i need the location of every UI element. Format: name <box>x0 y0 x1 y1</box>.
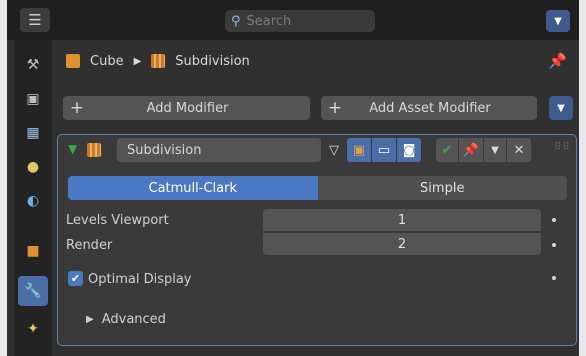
render-levels-label: Render <box>66 237 113 253</box>
plus-icon: + <box>327 98 343 118</box>
add-modifier-button[interactable]: + Add Modifier <box>63 96 310 120</box>
cube-icon <box>66 54 80 68</box>
delete-modifier-button[interactable]: ✕ <box>507 138 531 162</box>
tab-object[interactable]: ■ <box>18 236 48 266</box>
tab-catmull-clark[interactable]: Catmull-Clark <box>68 176 318 200</box>
drag-handle-icon[interactable]: ⠿⠿ <box>554 142 571 153</box>
editor-type-button[interactable]: ☰ <box>20 8 50 32</box>
optimal-display-checkbox[interactable]: ✔ <box>68 271 83 286</box>
modifier-pin-button[interactable]: 📌 <box>459 138 483 162</box>
tab-scene[interactable]: ◐ <box>18 186 48 216</box>
keyframe-dot-icon[interactable] <box>552 276 556 280</box>
tool-icon: ⚒ <box>26 57 40 73</box>
subdivision-icon <box>87 143 101 161</box>
keyframe-dot-icon[interactable] <box>552 243 556 247</box>
modifier-menu-button[interactable]: ▼ <box>484 138 506 162</box>
wrench-icon: 🔧 <box>24 283 42 299</box>
tab-tool[interactable]: ⚒ <box>18 50 48 80</box>
object-icon: ■ <box>26 243 40 259</box>
search-placeholder: Search <box>246 13 292 29</box>
output-icon: ▦ <box>26 125 40 141</box>
chevron-down-icon: ▼ <box>557 102 565 114</box>
render-toggle[interactable]: ◙ <box>397 138 421 162</box>
checkmark-icon: ✔ <box>70 272 81 285</box>
tab-simple[interactable]: Simple <box>317 176 567 200</box>
scene-icon: ◐ <box>26 193 40 209</box>
plus-icon: + <box>69 98 85 118</box>
render-icon: ▣ <box>26 91 40 107</box>
tab-render[interactable]: ▣ <box>18 84 48 114</box>
triangle-cage-icon: ▽ <box>329 142 339 158</box>
apply-button[interactable]: ✔ <box>436 138 458 162</box>
advanced-label: Advanced <box>101 311 166 327</box>
add-asset-modifier-button[interactable]: + Add Asset Modifier <box>321 96 537 120</box>
chevron-down-icon: ▼ <box>491 144 499 156</box>
keyframe-dot-icon[interactable] <box>552 218 556 222</box>
advanced-subpanel-header[interactable]: ▶ Advanced <box>86 309 166 329</box>
edit-mode-toggle[interactable]: ▣ <box>347 138 371 162</box>
search-icon: ⚲ <box>231 13 241 29</box>
tab-view-layer[interactable]: ● <box>18 152 48 182</box>
levels-viewport-label: Levels Viewport <box>66 212 169 228</box>
header-menu-button[interactable]: ▼ <box>546 10 570 32</box>
tab-particles[interactable]: ✦ <box>18 314 48 344</box>
pin-icon[interactable]: 📌 <box>548 52 567 70</box>
collapse-toggle-icon[interactable]: ▼ <box>68 142 77 156</box>
add-modifier-label: Add Modifier <box>146 100 229 116</box>
properties-editor-icon: ☰ <box>28 11 42 29</box>
close-icon: ✕ <box>513 142 525 158</box>
optimal-display-label: Optimal Display <box>88 271 192 287</box>
add-asset-modifier-label: Add Asset Modifier <box>369 100 491 116</box>
breadcrumb: Cube ▶ Subdivision <box>66 50 250 72</box>
chevron-down-icon: ▼ <box>554 15 562 27</box>
edit-mode-icon: ▣ <box>352 142 366 158</box>
search-input[interactable]: ⚲ Search <box>225 10 375 32</box>
add-menu-dropdown[interactable]: ▼ <box>549 96 573 120</box>
expand-arrow-icon: ▶ <box>86 313 94 325</box>
view-layer-icon: ● <box>26 159 40 175</box>
breadcrumb-modifier: Subdivision <box>175 53 250 69</box>
cage-toggle[interactable]: ▽ <box>323 138 345 162</box>
subdivision-type-selector: Catmull-Clark Simple <box>68 176 567 200</box>
modifier-name-field[interactable]: Subdivision <box>117 138 321 162</box>
viewport-toggle[interactable]: ▭ <box>372 138 396 162</box>
tab-output[interactable]: ▦ <box>18 118 48 148</box>
pin-icon: 📌 <box>462 142 480 158</box>
tab-modifiers[interactable]: 🔧 <box>18 276 48 306</box>
subdivision-icon <box>151 54 166 68</box>
properties-tab-sidebar: ⚒ ▣ ▦ ● ◐ ■ 🔧 ✦ <box>14 40 52 356</box>
levels-viewport-field[interactable]: 1 <box>263 209 541 231</box>
particles-icon: ✦ <box>27 321 39 337</box>
breadcrumb-object: Cube <box>90 53 124 69</box>
monitor-icon: ▭ <box>377 142 391 158</box>
camera-icon: ◙ <box>402 142 416 158</box>
breadcrumb-separator-icon: ▶ <box>133 55 142 67</box>
checkmark-icon: ✔ <box>441 142 453 158</box>
render-levels-field[interactable]: 2 <box>263 233 541 255</box>
